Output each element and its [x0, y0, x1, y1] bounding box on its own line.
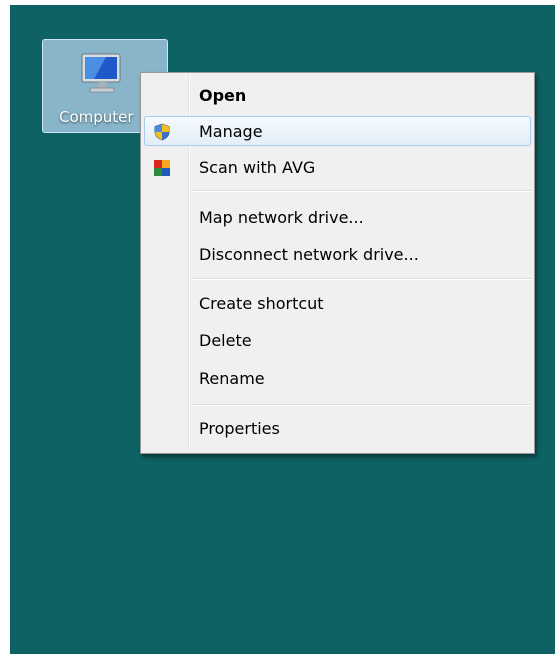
menu-item-label: Map network drive... [199, 208, 364, 227]
menu-item-create-shortcut[interactable]: Create shortcut [144, 288, 531, 318]
menu-item-label: Scan with AVG [199, 158, 316, 177]
menu-item-label: Manage [199, 122, 263, 141]
menu-separator [191, 278, 531, 280]
menu-item-label: Delete [199, 331, 252, 350]
menu-item-rename[interactable]: Rename [144, 363, 531, 393]
menu-item-delete[interactable]: Delete [144, 325, 531, 355]
menu-separator [191, 404, 531, 406]
desktop-icon-label: Computer [59, 108, 134, 126]
desktop[interactable]: Computer Open Manage Scan with AVG Map n… [10, 5, 555, 654]
menu-item-manage[interactable]: Manage [144, 116, 531, 146]
computer-icon [81, 53, 121, 93]
context-menu: Open Manage Scan with AVG Map network dr… [140, 72, 535, 454]
menu-item-label: Disconnect network drive... [199, 245, 419, 264]
menu-item-disconnect-network-drive[interactable]: Disconnect network drive... [144, 239, 531, 269]
menu-item-label: Open [199, 86, 247, 105]
avg-icon [154, 160, 170, 176]
menu-separator [191, 190, 531, 192]
menu-item-label: Rename [199, 369, 265, 388]
uac-shield-icon [154, 123, 170, 141]
menu-item-properties[interactable]: Properties [144, 413, 531, 443]
menu-item-open[interactable]: Open [144, 80, 531, 110]
menu-item-scan-with-avg[interactable]: Scan with AVG [144, 152, 531, 182]
menu-item-label: Create shortcut [199, 294, 324, 313]
menu-item-map-network-drive[interactable]: Map network drive... [144, 202, 531, 232]
menu-item-label: Properties [199, 419, 280, 438]
